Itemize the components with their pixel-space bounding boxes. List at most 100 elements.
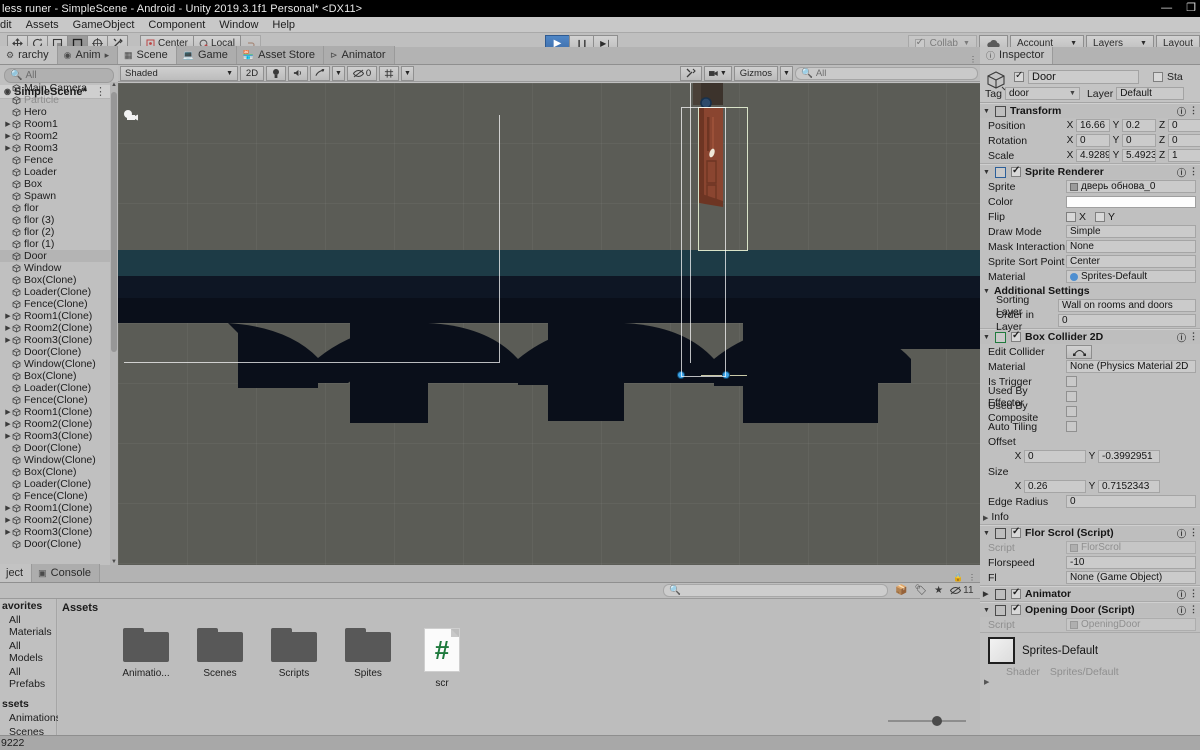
component-menu-icon[interactable]: ⋮ — [1189, 604, 1198, 617]
component-foldout-icon[interactable]: ▼ — [983, 607, 991, 614]
component-header[interactable]: ▼ Box Collider 2D ⓘ⋮ — [980, 329, 1200, 344]
axis-value-y[interactable]: 0.2 — [1122, 119, 1156, 132]
menu-item-help[interactable]: Help — [265, 17, 302, 33]
component-enabled-checkbox[interactable] — [1011, 330, 1021, 342]
expand-arrow-icon[interactable]: ▶ — [4, 132, 12, 140]
project-asset-grid[interactable]: Animatio... Scenes Scripts Spites # scr — [58, 614, 980, 689]
inspector-property-row[interactable]: Flip X Y — [980, 209, 1200, 224]
property-value-field[interactable]: Center — [1066, 255, 1196, 268]
inspector-property-row[interactable]: Auto Tiling — [980, 419, 1200, 434]
label-filter-icon[interactable]: 🏷 — [914, 585, 927, 596]
hierarchy-item[interactable]: ▶ Door(Clone) — [0, 442, 110, 454]
hierarchy-item[interactable]: ▶ Room1 — [0, 118, 110, 130]
inspector-property-row[interactable]: Edit Collider — [980, 344, 1200, 359]
hierarchy-item[interactable]: ▶ Room3(Clone) — [0, 430, 110, 442]
foldout-arrow-icon[interactable]: ▶ — [983, 515, 988, 522]
tab-animator[interactable]: ⊳ Animator — [323, 46, 395, 64]
property-checkbox[interactable] — [1066, 406, 1077, 417]
vector-field[interactable]: X 0.26 Y 0.7152343 — [1014, 480, 1200, 493]
inspector-property-row[interactable]: Script OpeningDoor — [980, 617, 1200, 632]
hierarchy-item[interactable]: ▶ Fence(Clone) — [0, 490, 110, 502]
component-header[interactable]: ▶ Animator ⓘ⋮ — [980, 586, 1200, 601]
asset-item[interactable]: Scripts — [268, 628, 320, 689]
gameobject-enabled-checkbox[interactable] — [1014, 70, 1024, 82]
maximize-icon[interactable]: ❐ — [1186, 0, 1196, 17]
expand-arrow-icon[interactable]: ▶ — [4, 336, 12, 344]
inspector-property-row[interactable]: Sprite Sort Point Center — [980, 254, 1200, 269]
expand-arrow-icon[interactable]: ▶ — [4, 312, 12, 320]
axis-value-z[interactable]: 0 — [1168, 134, 1200, 147]
hierarchy-item[interactable]: ▶ Fence(Clone) — [0, 394, 110, 406]
hierarchy-scroll-thumb[interactable] — [111, 92, 117, 352]
package-filter-icon[interactable]: 📦 — [895, 585, 907, 596]
hierarchy-item[interactable]: ▶ Box(Clone) — [0, 466, 110, 478]
menu-item-assets[interactable]: Assets — [19, 17, 66, 33]
hierarchy-item[interactable]: ▶ Fence — [0, 154, 110, 166]
scene-search-input[interactable]: 🔍 All — [795, 66, 978, 80]
inspector-property-row[interactable]: Offset — [980, 434, 1200, 449]
hierarchy-item[interactable]: ▶ Room1(Clone) — [0, 406, 110, 418]
hierarchy-item[interactable]: ▶ Main Camera — [0, 82, 110, 94]
tab-game[interactable]: 💻 Game — [176, 46, 237, 64]
tag-dropdown[interactable]: door ▼ — [1004, 87, 1080, 100]
hierarchy-scrollbar[interactable]: ▲ ▼ — [110, 82, 118, 565]
property-value-field[interactable]: None (Physics Material 2D — [1066, 360, 1196, 373]
component-foldout-icon[interactable]: ▼ — [983, 334, 991, 341]
asset-item[interactable]: # scr — [416, 628, 468, 689]
zoom-slider-knob[interactable] — [932, 716, 942, 726]
component-header[interactable]: ▼ Transform ⓘ ⋮ — [980, 103, 1200, 118]
property-checkbox[interactable] — [1066, 391, 1077, 402]
axis-value-x[interactable]: 0 — [1024, 450, 1086, 463]
project-tree-item[interactable]: All Models — [0, 639, 56, 665]
inspector-property-row[interactable]: Order in Layer 0 — [980, 309, 1200, 333]
axis-value-z[interactable]: 0 — [1168, 119, 1200, 132]
project-menu-dots-icon[interactable]: ⋮ — [968, 573, 976, 582]
layer-dropdown[interactable]: Default — [1116, 87, 1185, 100]
gameobject-name-field[interactable]: Door — [1028, 70, 1139, 84]
inspector-property-row[interactable]: Script FlorScrol — [980, 540, 1200, 555]
component-menu-icon[interactable]: ⋮ — [1189, 166, 1198, 179]
edit-collider-icon[interactable] — [1066, 344, 1092, 359]
scene-canvas[interactable] — [118, 83, 980, 565]
help-icon[interactable]: ⓘ — [1177, 166, 1186, 179]
help-icon[interactable]: ⓘ — [1177, 105, 1186, 118]
property-foldout[interactable]: ▶ Info — [983, 511, 1009, 523]
hierarchy-item[interactable]: ▶ Room2 — [0, 130, 110, 142]
component-enabled-checkbox[interactable] — [1011, 165, 1021, 177]
inspector-property-row[interactable]: Position X 16.66 Y 0.2 Z 0 — [980, 118, 1200, 133]
project-search-input[interactable]: 🔍 — [663, 584, 888, 597]
flip-y-checkbox[interactable] — [1095, 211, 1106, 222]
grid-dropdown[interactable]: ▼ — [401, 65, 414, 81]
inspector-property-row[interactable]: Scale X 4.9289 Y 5.4923 Z 1 — [980, 148, 1200, 163]
property-value-field[interactable]: None (Game Object) — [1066, 571, 1196, 584]
object-field[interactable]: дверь обнова_0 — [1066, 180, 1196, 193]
axis-value-x[interactable]: 16.66 — [1076, 119, 1110, 132]
hierarchy-item[interactable]: ▶ Box — [0, 178, 110, 190]
component-menu-icon[interactable]: ⋮ — [1189, 105, 1198, 118]
hierarchy-item[interactable]: ▶ Loader(Clone) — [0, 382, 110, 394]
tab-hierarchy[interactable]: ⚙ rarchy — [0, 46, 58, 64]
material-foldout-icon[interactable]: ▶ — [980, 678, 1200, 686]
hierarchy-item[interactable]: ▶ Loader(Clone) — [0, 286, 110, 298]
expand-arrow-icon[interactable]: ▶ — [4, 516, 12, 524]
property-value-field[interactable]: 0 — [1058, 314, 1196, 327]
hierarchy-item[interactable]: ▶ Room1(Clone) — [0, 502, 110, 514]
inspector-property-row[interactable]: X 0.26 Y 0.7152343 — [980, 479, 1200, 494]
lighting-toggle-button[interactable] — [266, 65, 286, 81]
window-controls[interactable]: — ❐ — [1161, 0, 1196, 17]
help-icon[interactable]: ⓘ — [1177, 588, 1186, 601]
inspector-property-row[interactable]: Edge Radius 0 — [980, 494, 1200, 509]
gizmos-dropdown[interactable]: ▼ — [780, 65, 793, 81]
static-checkbox[interactable] — [1153, 72, 1163, 82]
component-enabled-checkbox[interactable] — [1011, 587, 1021, 599]
inspector-property-row[interactable]: ▶ Info — [980, 509, 1200, 524]
hierarchy-item[interactable]: ▶ Window(Clone) — [0, 454, 110, 466]
property-value-field[interactable]: Simple — [1066, 225, 1196, 238]
project-tree-item[interactable]: All Materials — [0, 613, 56, 639]
inspector-property-row[interactable]: Sprite дверь обнова_0 — [980, 179, 1200, 194]
component-foldout-icon[interactable]: ▼ — [983, 169, 991, 176]
component-enabled-checkbox[interactable] — [1011, 603, 1021, 615]
hierarchy-item[interactable]: ▶ Window(Clone) — [0, 358, 110, 370]
hierarchy-item[interactable]: ▶ Door(Clone) — [0, 538, 110, 550]
component-header[interactable]: ▼ Flor Scrol (Script) ⓘ⋮ — [980, 525, 1200, 540]
